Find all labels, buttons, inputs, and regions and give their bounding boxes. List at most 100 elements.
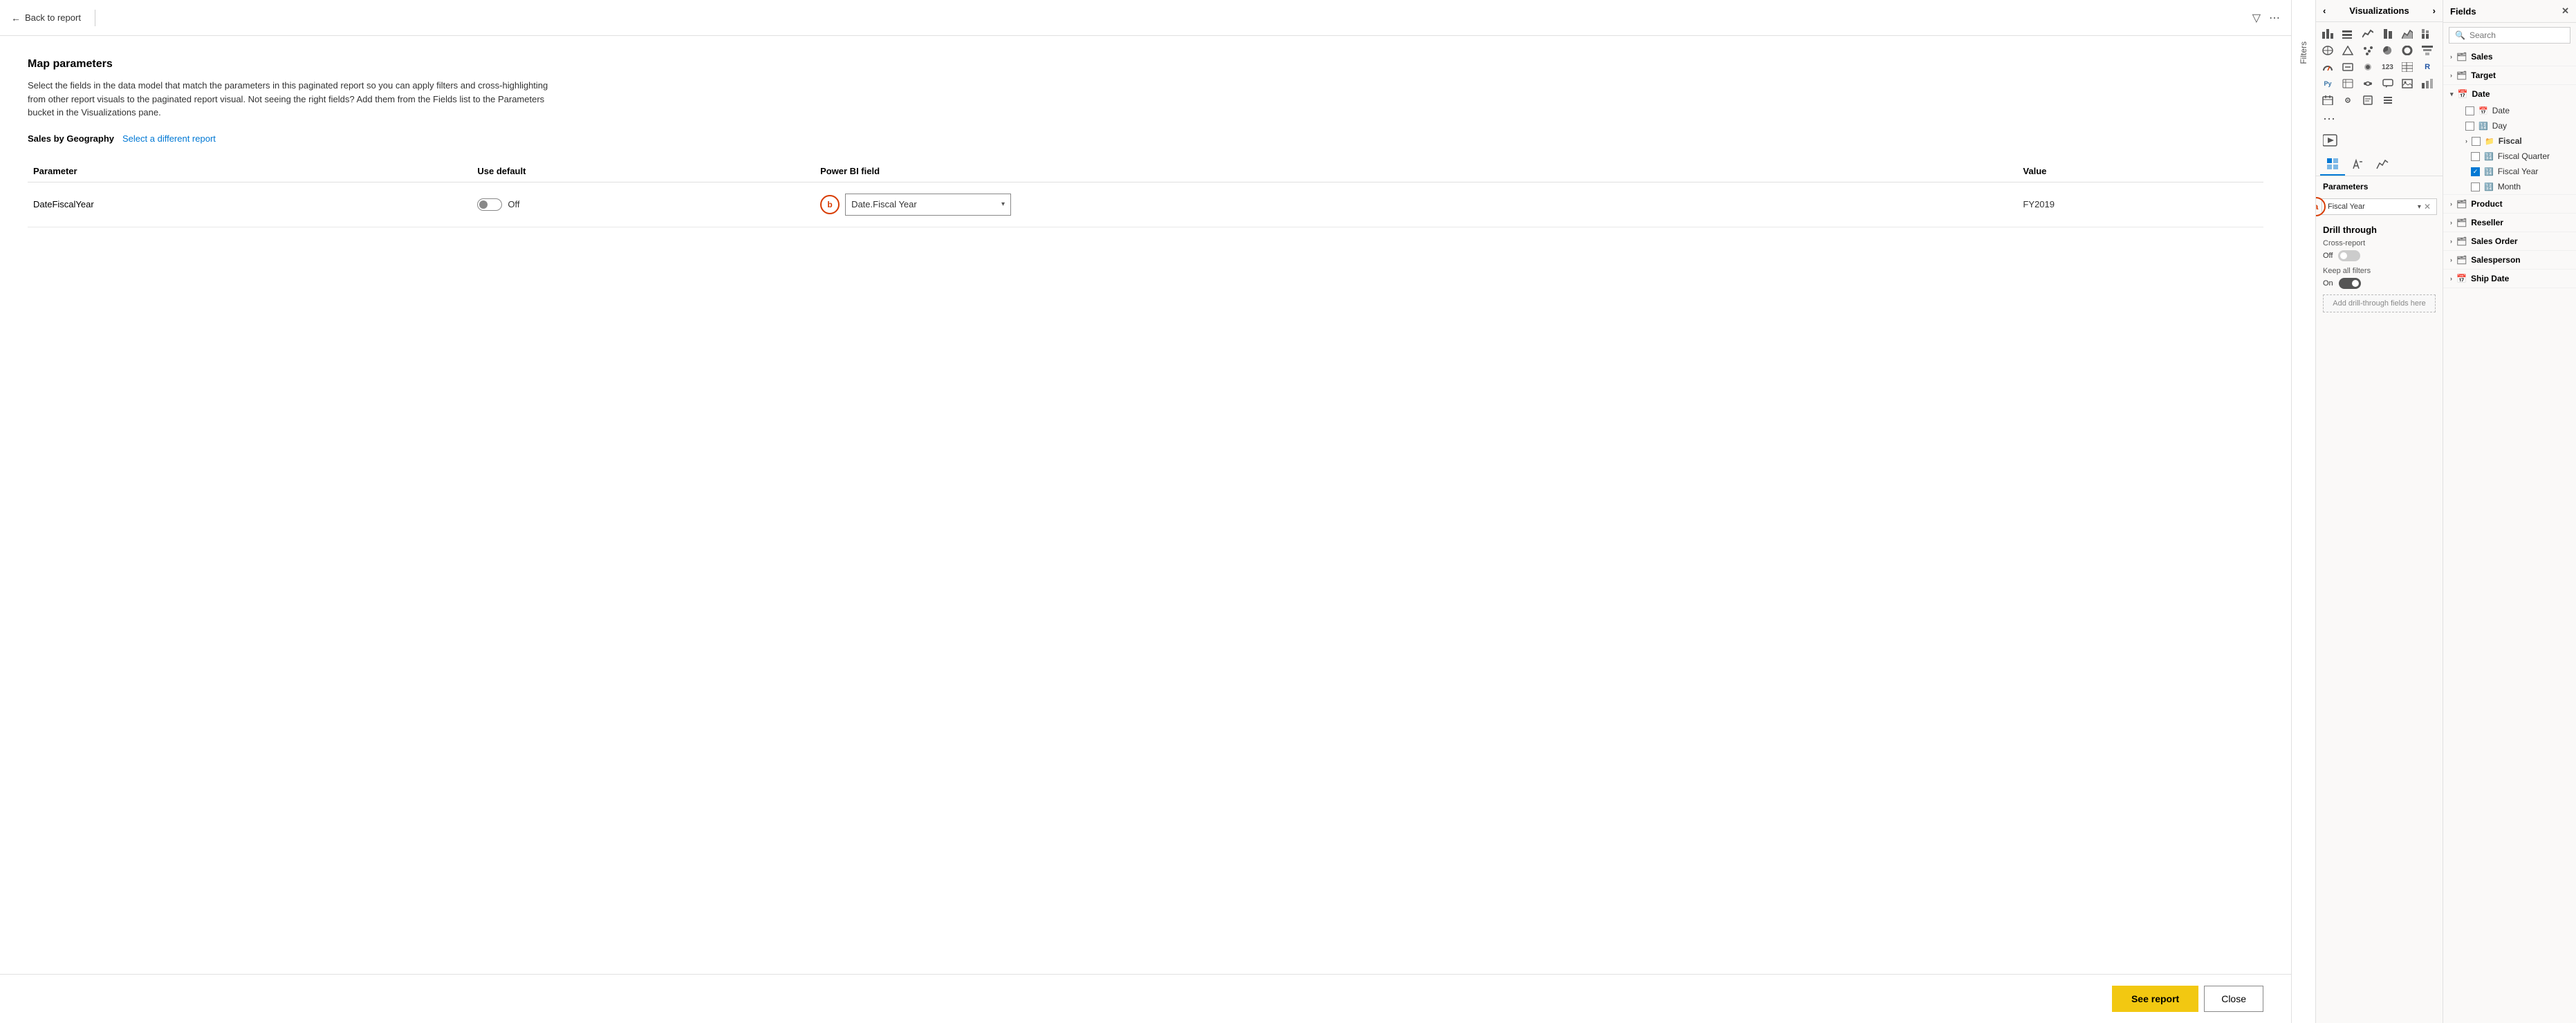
table-icon-sales: 🗂 bbox=[2456, 52, 2467, 62]
table-icon-reseller: 🗂 bbox=[2456, 218, 2467, 227]
field-tag-remove[interactable]: ✕ bbox=[2424, 202, 2431, 212]
dialog-footer: See report Close bbox=[0, 974, 2291, 1023]
viz-icon-r[interactable]: R bbox=[2420, 59, 2435, 75]
field-dropdown[interactable]: Date.Fiscal Year ▾ bbox=[845, 194, 1011, 216]
fields-search-input[interactable] bbox=[2470, 30, 2564, 40]
group-label-target: Target bbox=[2471, 71, 2496, 80]
viz-panel-chevron-right[interactable]: › bbox=[2433, 6, 2436, 16]
viz-icon-gauge[interactable] bbox=[2320, 59, 2335, 75]
checkbox-day[interactable] bbox=[2465, 122, 2474, 131]
field-item-day[interactable]: 🔢 Day bbox=[2463, 118, 2576, 133]
field-group-header-sales-order[interactable]: › 🗂 Sales Order bbox=[2443, 232, 2576, 250]
viz-icon-column[interactable] bbox=[2340, 26, 2355, 41]
cross-report-toggle[interactable] bbox=[2338, 250, 2360, 261]
viz-video-icon[interactable] bbox=[2316, 131, 2443, 153]
field-item-fiscal-group[interactable]: › 📁 Fiscal bbox=[2463, 133, 2576, 149]
more-options-icon[interactable]: ⋯ bbox=[2269, 11, 2280, 25]
use-default-toggle[interactable] bbox=[477, 198, 502, 211]
checkbox-fiscal[interactable] bbox=[2472, 137, 2481, 146]
field-group-header-sales[interactable]: › 🗂 Sales bbox=[2443, 48, 2576, 66]
field-group-header-product[interactable]: › 🗂 Product bbox=[2443, 195, 2576, 213]
group-label-reseller: Reseller bbox=[2471, 218, 2503, 227]
group-label-product: Product bbox=[2471, 199, 2502, 209]
field-group-header-date[interactable]: ▾ 📅 Date bbox=[2443, 85, 2576, 103]
top-bar: ← Back to report ▽ ⋯ bbox=[0, 0, 2291, 36]
field-item-date[interactable]: 📅 Date bbox=[2463, 103, 2576, 118]
back-to-report-button[interactable]: ← Back to report bbox=[11, 10, 86, 26]
filter-icon[interactable]: ▽ bbox=[2252, 11, 2261, 25]
viz-icon-slicer[interactable] bbox=[2380, 93, 2396, 108]
table-icon-sales-order: 🗂 bbox=[2456, 236, 2467, 246]
viz-icon-number[interactable]: 123 bbox=[2380, 59, 2396, 75]
visualizations-panel: ‹ Visualizations › bbox=[2316, 0, 2443, 1023]
viz-icon-link[interactable] bbox=[2360, 76, 2375, 91]
see-report-button[interactable]: See report bbox=[2112, 986, 2198, 1012]
checkbox-month[interactable] bbox=[2471, 182, 2480, 191]
keep-all-filters-toggle-row: On bbox=[2323, 278, 2436, 289]
checkbox-fiscal-year[interactable] bbox=[2471, 167, 2480, 176]
fields-panel-title: Fields bbox=[2450, 6, 2476, 17]
field-tag-chevron[interactable]: ▾ bbox=[2418, 203, 2421, 211]
cross-report-toggle-row: Off bbox=[2323, 250, 2436, 261]
top-bar-icons: ▽ ⋯ bbox=[2252, 11, 2280, 25]
tab-format-icon[interactable] bbox=[2345, 153, 2370, 176]
viz-panel-chevron-left[interactable]: ‹ bbox=[2323, 6, 2326, 16]
field-icon-month: 🔢 bbox=[2484, 182, 2494, 191]
viz-icon-table[interactable] bbox=[2400, 59, 2415, 75]
keep-all-filters-toggle[interactable] bbox=[2339, 278, 2361, 289]
viz-panel-header: ‹ Visualizations › bbox=[2316, 0, 2443, 22]
viz-icon-bar[interactable] bbox=[2320, 26, 2335, 41]
viz-icon-calendar[interactable] bbox=[2320, 93, 2335, 108]
field-group-header-ship-date[interactable]: › 📅 Ship Date bbox=[2443, 270, 2576, 288]
viz-icon-scatter[interactable] bbox=[2360, 43, 2375, 58]
use-default-cell: Off bbox=[477, 182, 820, 227]
viz-more-dots[interactable]: ⋯ bbox=[2316, 109, 2443, 131]
viz-icon-donut[interactable] bbox=[2400, 43, 2415, 58]
viz-icon-shape[interactable] bbox=[2340, 43, 2355, 58]
viz-icon-area[interactable] bbox=[2400, 26, 2415, 41]
tab-analytics-icon[interactable] bbox=[2370, 153, 2395, 176]
fields-search-box[interactable]: 🔍 bbox=[2449, 27, 2570, 44]
tab-fields-icon[interactable] bbox=[2320, 153, 2345, 176]
select-different-report-link[interactable]: Select a different report bbox=[122, 133, 216, 144]
field-group-header-reseller[interactable]: › 🗂 Reseller bbox=[2443, 214, 2576, 232]
viz-icon-pie[interactable] bbox=[2380, 43, 2396, 58]
viz-icon-bar2[interactable] bbox=[2380, 26, 2396, 41]
field-item-fiscal-year[interactable]: 🔢 Fiscal Year bbox=[2468, 164, 2576, 179]
drill-through-title: Drill through bbox=[2323, 225, 2436, 235]
field-item-month[interactable]: 🔢 Month bbox=[2468, 179, 2576, 194]
viz-icon-py[interactable]: Py bbox=[2320, 76, 2335, 91]
field-group-header-target[interactable]: › 🗂 Target bbox=[2443, 66, 2576, 84]
viz-icon-chart2[interactable] bbox=[2420, 76, 2435, 91]
field-group-sales: › 🗂 Sales bbox=[2443, 48, 2576, 66]
field-item-fiscal-quarter[interactable]: 🔢 Fiscal Quarter bbox=[2468, 149, 2576, 164]
viz-icon-stacked[interactable] bbox=[2420, 26, 2435, 41]
col-header-value: Value bbox=[2023, 160, 2263, 182]
param-name: DateFiscalYear bbox=[33, 199, 94, 209]
fields-list: › 🗂 Sales › 🗂 Target ▾ 📅 Date bbox=[2443, 48, 2576, 1023]
viz-icon-image[interactable] bbox=[2400, 76, 2415, 91]
viz-icon-chat[interactable] bbox=[2380, 76, 2396, 91]
viz-icon-map[interactable] bbox=[2320, 43, 2335, 58]
viz-icon-paginated[interactable] bbox=[2360, 93, 2375, 108]
checkbox-fiscal-quarter[interactable] bbox=[2471, 152, 2480, 161]
viz-icon-card[interactable] bbox=[2340, 59, 2355, 75]
chevron-salesperson: › bbox=[2450, 256, 2452, 263]
viz-icon-funnel[interactable] bbox=[2420, 43, 2435, 58]
chevron-sales: › bbox=[2450, 53, 2452, 60]
col-header-use-default: Use default bbox=[477, 160, 820, 182]
fiscal-year-field-tag[interactable]: Fiscal Year ▾ ✕ bbox=[2322, 198, 2437, 215]
fields-panel-close-icon[interactable]: ✕ bbox=[2561, 6, 2569, 17]
viz-icon-globe[interactable] bbox=[2360, 59, 2375, 75]
add-drill-through-zone[interactable]: Add drill-through fields here bbox=[2323, 294, 2436, 312]
chevron-date: ▾ bbox=[2450, 91, 2454, 98]
field-icon-fiscal: 📁 bbox=[2485, 137, 2494, 146]
viz-icon-decomp[interactable] bbox=[2340, 76, 2355, 91]
viz-icon-settings[interactable] bbox=[2340, 93, 2355, 108]
close-button[interactable]: Close bbox=[2204, 986, 2263, 1012]
field-icon-fiscal-quarter: 🔢 bbox=[2484, 152, 2494, 161]
field-group-header-salesperson[interactable]: › 🗂 Salesperson bbox=[2443, 251, 2576, 269]
checkbox-date[interactable] bbox=[2465, 106, 2474, 115]
annotation-b-circle: b bbox=[820, 195, 840, 214]
viz-icon-line[interactable] bbox=[2360, 26, 2375, 41]
